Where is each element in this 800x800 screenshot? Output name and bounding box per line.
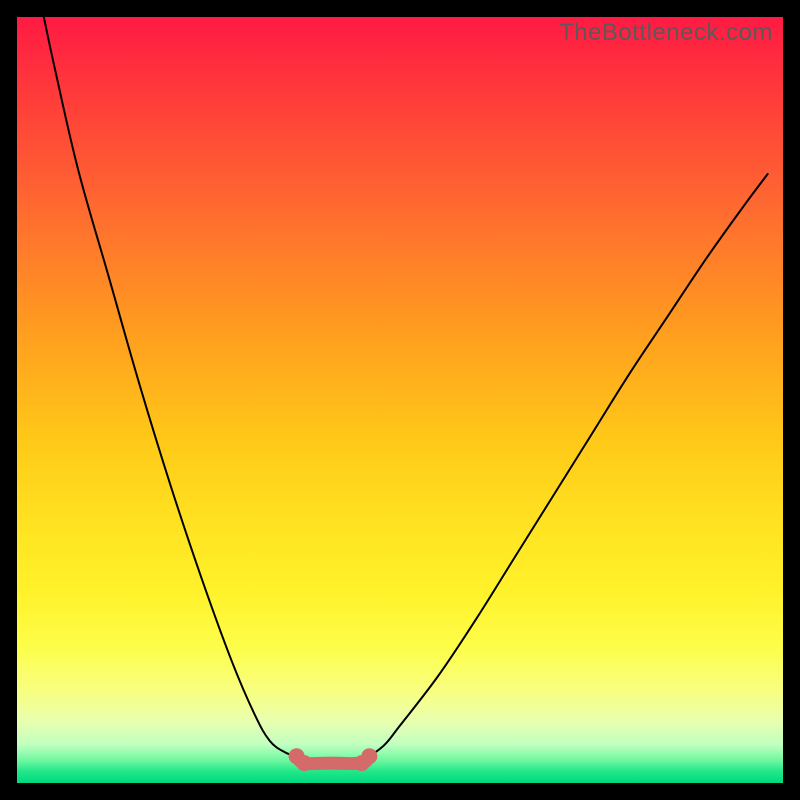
trough-dot (296, 755, 312, 771)
chart-svg (17, 17, 783, 783)
curve-right-curve (369, 174, 767, 756)
curve-left-curve (44, 17, 297, 756)
watermark-text: TheBottleneck.com (559, 19, 773, 47)
plot-area: TheBottleneck.com (17, 17, 783, 783)
trough-dot (361, 748, 377, 764)
chart-frame: TheBottleneck.com (0, 0, 800, 800)
